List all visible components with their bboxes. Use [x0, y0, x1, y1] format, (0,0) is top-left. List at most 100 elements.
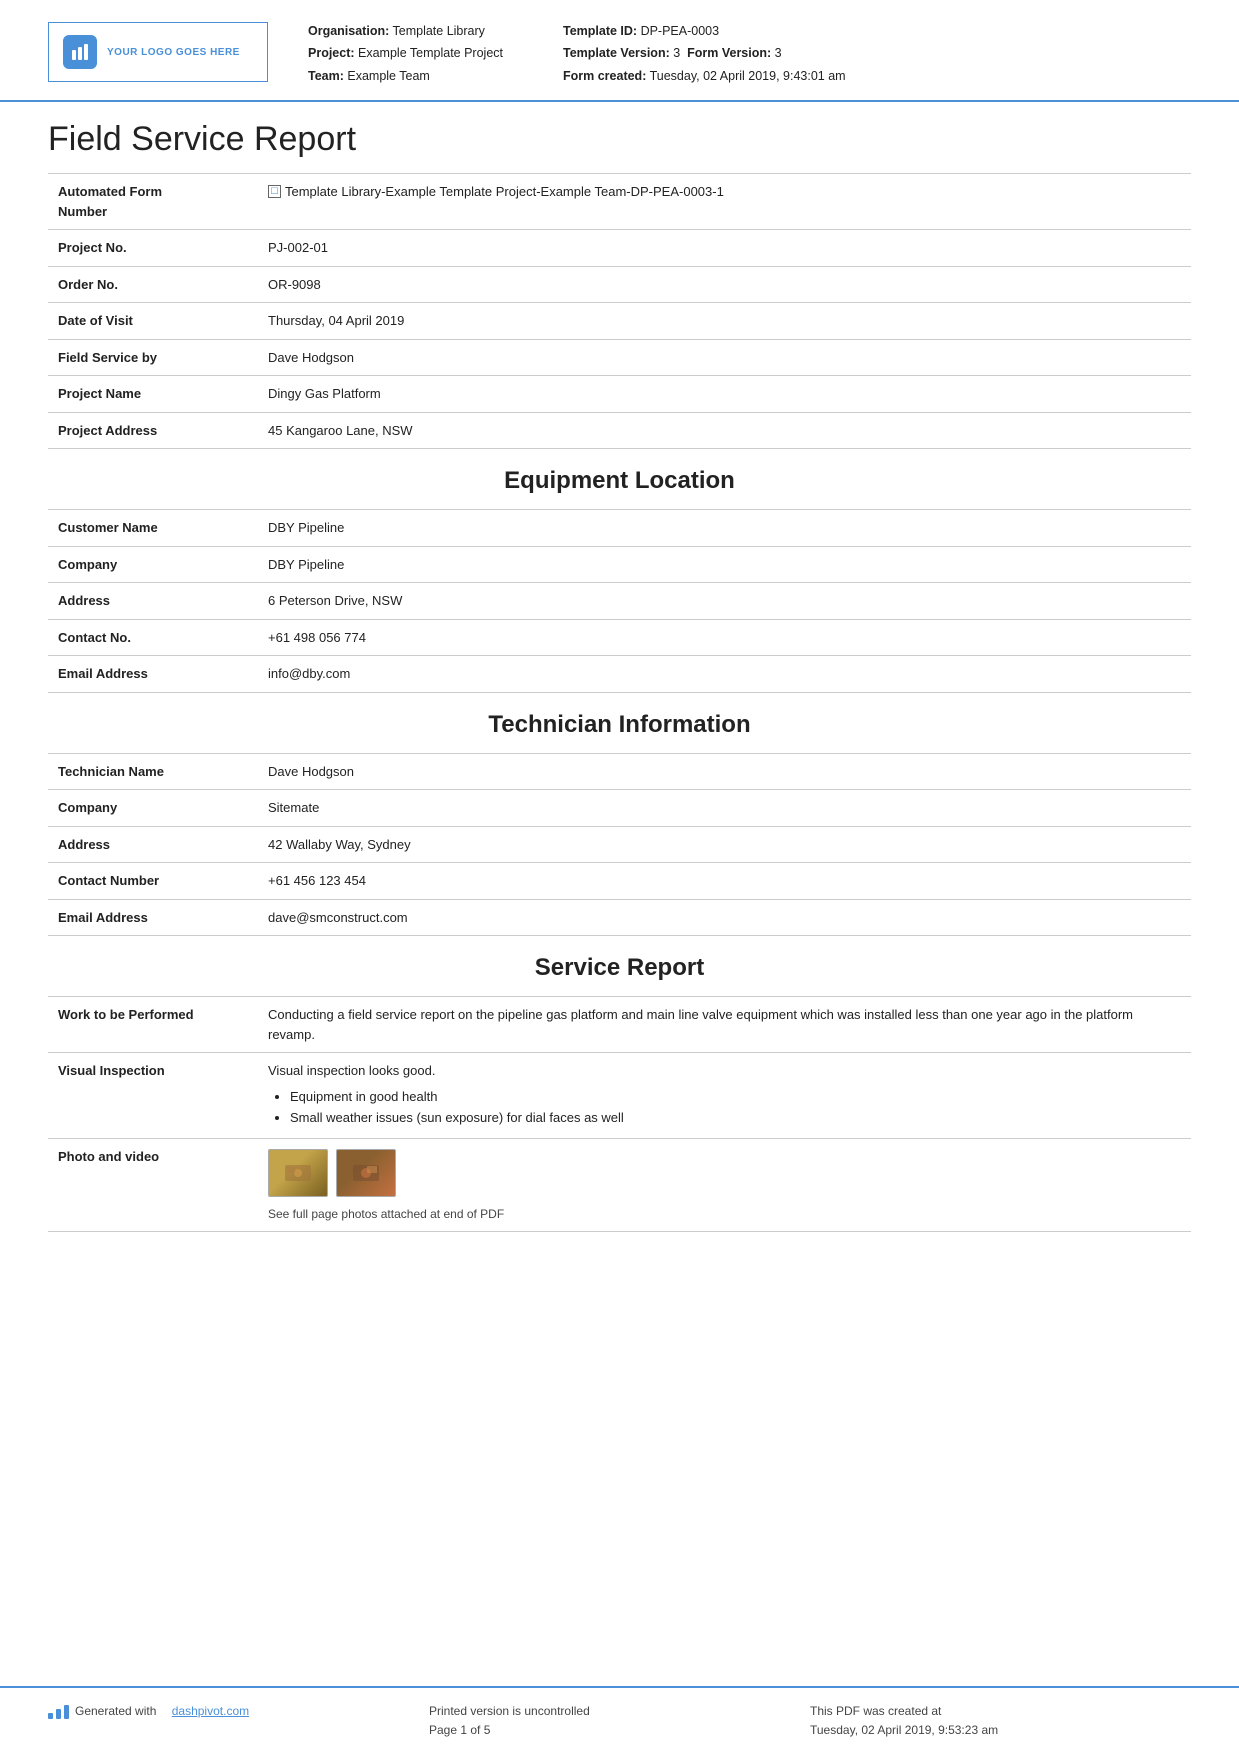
equipment-location-heading: Equipment Location [48, 449, 1191, 510]
contact-no-label: Contact No. [48, 619, 258, 656]
footer-bars-icon [48, 1703, 69, 1719]
automated-form-label: Automated FormNumber [48, 174, 258, 230]
project-address-value: 45 Kangaroo Lane, NSW [258, 412, 1191, 449]
equipment-location-table: Customer Name DBY Pipeline Company DBY P… [48, 510, 1191, 693]
customer-name-label: Customer Name [48, 510, 258, 546]
footer-col-left: Generated with dashpivot.com [48, 1702, 429, 1723]
table-row: Address 42 Wallaby Way, Sydney [48, 826, 1191, 863]
team-line: Team: Example Team [308, 67, 503, 86]
visual-inspection-value: Visual inspection looks good. Equipment … [258, 1053, 1191, 1139]
tech-company-label: Company [48, 790, 258, 827]
photo-icon-1 [283, 1161, 313, 1185]
order-no-value: OR-9098 [258, 266, 1191, 303]
dashpivot-link[interactable]: dashpivot.com [172, 1702, 249, 1721]
main-fields-table: Automated FormNumber ☐ Template Library-… [48, 174, 1191, 449]
work-performed-value: Conducting a field service report on the… [258, 997, 1191, 1053]
photo-icon-2 [351, 1161, 381, 1185]
generated-text: Generated with [75, 1702, 156, 1721]
table-row: Company DBY Pipeline [48, 546, 1191, 583]
table-row: Date of Visit Thursday, 04 April 2019 [48, 303, 1191, 340]
version-line: Template Version: 3 Form Version: 3 [563, 44, 846, 63]
table-row: Contact No. +61 498 056 774 [48, 619, 1191, 656]
photo-thumb-1 [268, 1149, 328, 1197]
service-report-table: Work to be Performed Conducting a field … [48, 997, 1191, 1232]
company-value: DBY Pipeline [258, 546, 1191, 583]
visual-inspection-label: Visual Inspection [48, 1053, 258, 1139]
list-item: Small weather issues (sun exposure) for … [290, 1108, 1181, 1128]
contact-number-value: +61 456 123 454 [258, 863, 1191, 900]
project-line: Project: Example Template Project [308, 44, 503, 63]
technician-info-heading: Technician Information [48, 693, 1191, 754]
table-row: Project No. PJ-002-01 [48, 230, 1191, 267]
printed-text: Printed version is uncontrolled [429, 1702, 810, 1721]
table-row: Contact Number +61 456 123 454 [48, 863, 1191, 900]
email-address-label: Email Address [48, 656, 258, 693]
company-label: Company [48, 546, 258, 583]
page-number: Page 1 of 5 [429, 1721, 810, 1740]
checkbox-icon: ☐ [268, 185, 281, 198]
bar-1 [48, 1713, 53, 1719]
table-row: Email Address dave@smconstruct.com [48, 899, 1191, 936]
table-row: Automated FormNumber ☐ Template Library-… [48, 174, 1191, 230]
date-of-visit-label: Date of Visit [48, 303, 258, 340]
tech-address-label: Address [48, 826, 258, 863]
field-service-by-value: Dave Hodgson [258, 339, 1191, 376]
content: Field Service Report Automated FormNumbe… [0, 102, 1239, 1686]
photo-video-value: See full page photos attached at end of … [258, 1138, 1191, 1231]
date-of-visit-value: Thursday, 04 April 2019 [258, 303, 1191, 340]
automated-form-value: ☐ Template Library-Example Template Proj… [258, 174, 1191, 230]
project-no-label: Project No. [48, 230, 258, 267]
project-address-label: Project Address [48, 412, 258, 449]
table-row: Company Sitemate [48, 790, 1191, 827]
tech-address-value: 42 Wallaby Way, Sydney [258, 826, 1191, 863]
logo-area: YOUR LOGO GOES HERE [48, 22, 268, 82]
table-row: Photo and video [48, 1138, 1191, 1231]
header: YOUR LOGO GOES HERE Organisation: Templa… [0, 0, 1239, 102]
customer-name-value: DBY Pipeline [258, 510, 1191, 546]
order-no-label: Order No. [48, 266, 258, 303]
header-col-right: Template ID: DP-PEA-0003 Template Versio… [563, 22, 846, 86]
photo-thumb-2 [336, 1149, 396, 1197]
footer-col-center: Printed version is uncontrolled Page 1 o… [429, 1702, 810, 1740]
technician-info-table: Technician Name Dave Hodgson Company Sit… [48, 754, 1191, 937]
address-label: Address [48, 583, 258, 620]
technician-name-label: Technician Name [48, 754, 258, 790]
table-row: Field Service by Dave Hodgson [48, 339, 1191, 376]
project-no-value: PJ-002-01 [258, 230, 1191, 267]
table-row: Address 6 Peterson Drive, NSW [48, 583, 1191, 620]
project-name-label: Project Name [48, 376, 258, 413]
visual-inspection-intro: Visual inspection looks good. [268, 1061, 1181, 1081]
tech-company-value: Sitemate [258, 790, 1191, 827]
logo-svg [70, 42, 90, 62]
photo-thumbs [268, 1149, 1181, 1197]
visual-inspection-list: Equipment in good health Small weather i… [268, 1087, 1181, 1128]
bar-3 [64, 1705, 69, 1719]
photo-area: See full page photos attached at end of … [268, 1147, 1181, 1223]
table-row: Project Name Dingy Gas Platform [48, 376, 1191, 413]
footer: Generated with dashpivot.com Printed ver… [0, 1686, 1239, 1754]
work-performed-label: Work to be Performed [48, 997, 258, 1053]
pdf-created-label: This PDF was created at [810, 1702, 1191, 1721]
tech-email-label: Email Address [48, 899, 258, 936]
contact-number-label: Contact Number [48, 863, 258, 900]
table-row: Technician Name Dave Hodgson [48, 754, 1191, 790]
pdf-created-value: Tuesday, 02 April 2019, 9:53:23 am [810, 1721, 1191, 1740]
form-created-line: Form created: Tuesday, 02 April 2019, 9:… [563, 67, 846, 86]
tech-email-value: dave@smconstruct.com [258, 899, 1191, 936]
email-address-value: info@dby.com [258, 656, 1191, 693]
field-service-by-label: Field Service by [48, 339, 258, 376]
address-value: 6 Peterson Drive, NSW [258, 583, 1191, 620]
bar-2 [56, 1709, 61, 1719]
list-item: Equipment in good health [290, 1087, 1181, 1107]
technician-name-value: Dave Hodgson [258, 754, 1191, 790]
footer-col-right: This PDF was created at Tuesday, 02 Apri… [810, 1702, 1191, 1740]
photo-caption: See full page photos attached at end of … [268, 1205, 1181, 1223]
template-id-line: Template ID: DP-PEA-0003 [563, 22, 846, 41]
logo-icon [63, 35, 97, 69]
logo-text: YOUR LOGO GOES HERE [107, 47, 240, 58]
table-row: Work to be Performed Conducting a field … [48, 997, 1191, 1053]
table-row: Customer Name DBY Pipeline [48, 510, 1191, 546]
report-title: Field Service Report [48, 102, 1191, 174]
header-col-left: Organisation: Template Library Project: … [308, 22, 503, 86]
project-name-value: Dingy Gas Platform [258, 376, 1191, 413]
